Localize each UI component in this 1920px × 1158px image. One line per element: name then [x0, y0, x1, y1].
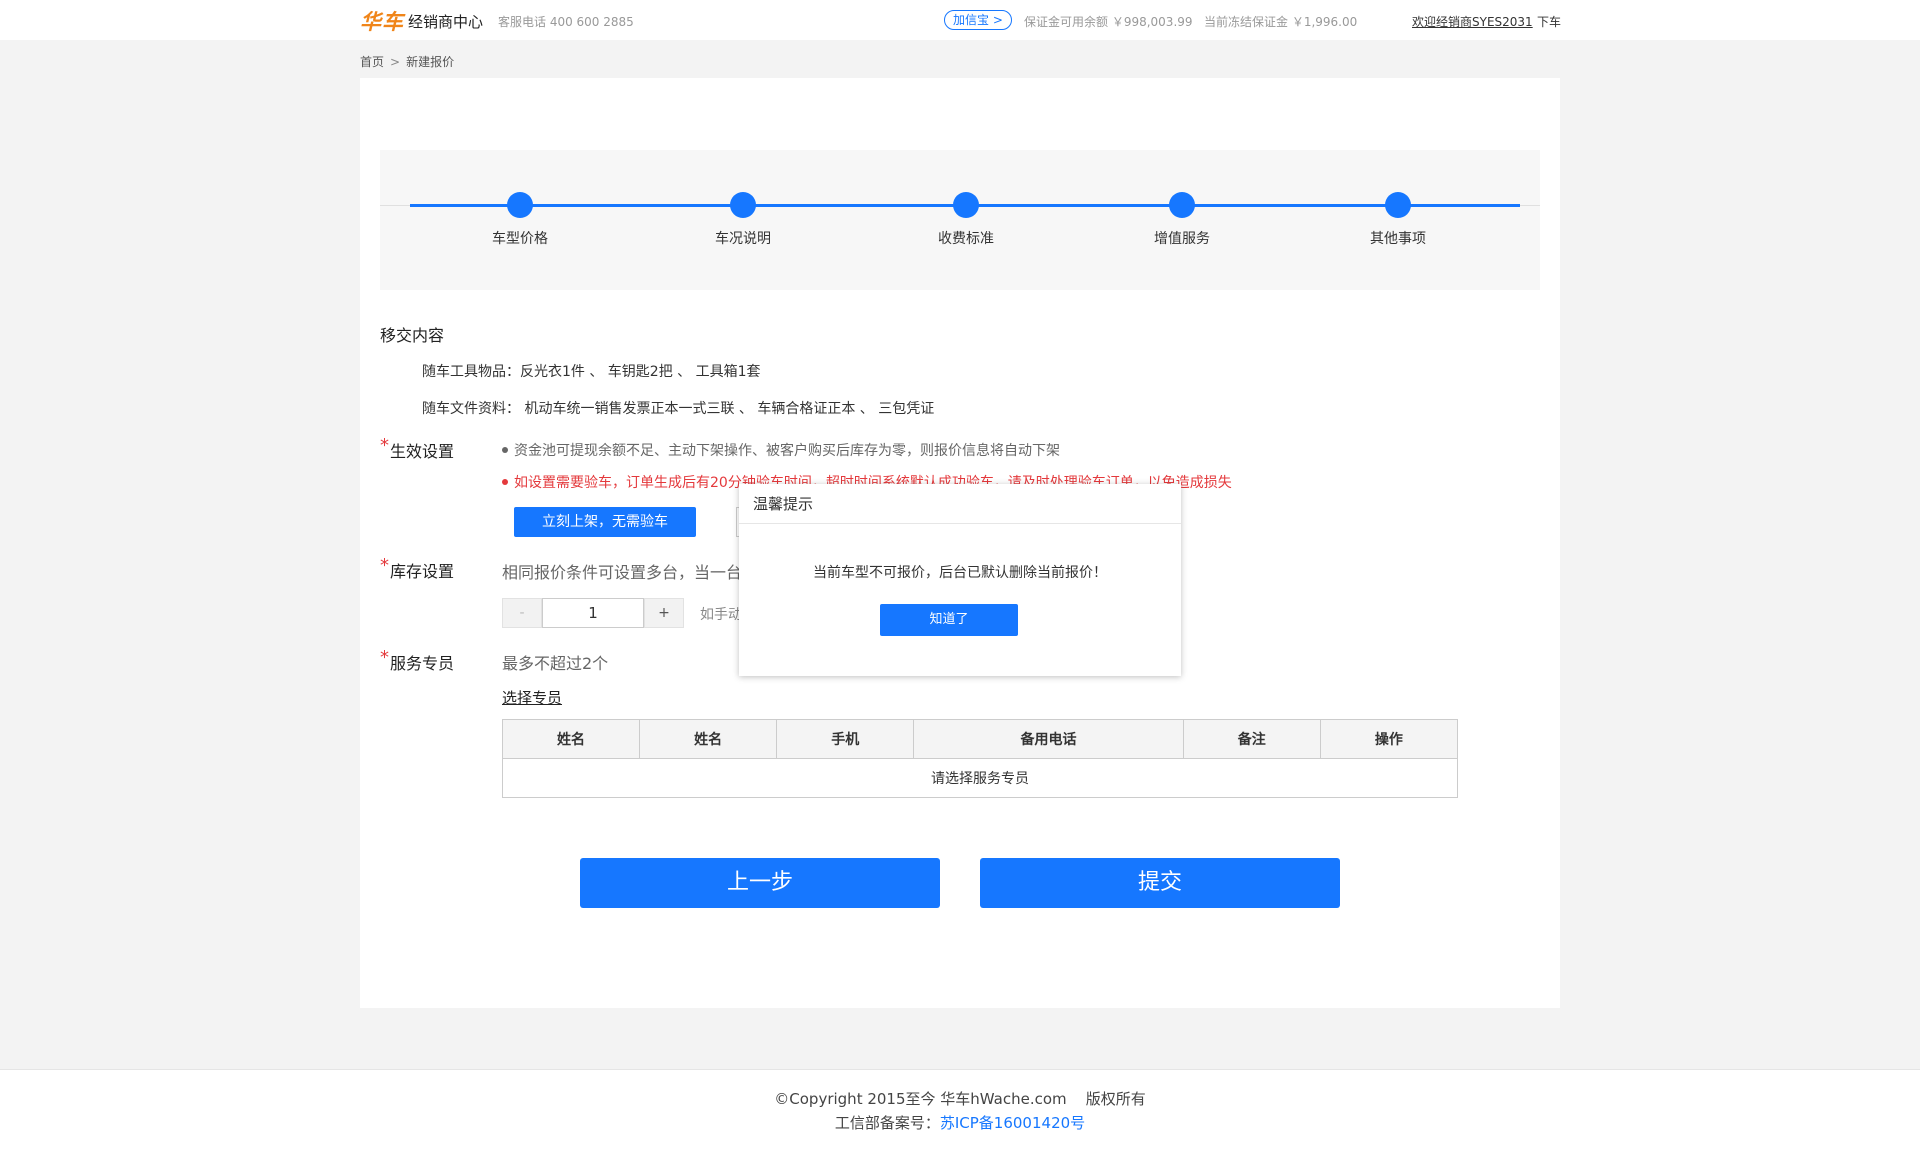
step-item[interactable]: 车况说明	[683, 192, 803, 248]
step-dot	[953, 192, 979, 218]
column-header: 手机	[776, 719, 915, 759]
step-label: 其他事项	[1370, 231, 1426, 247]
footer: ©Copyright 2015至今 华车hWache.com 版权所有 工信部备…	[0, 1069, 1920, 1158]
icp-link[interactable]: 苏ICP备16001420号	[940, 1114, 1085, 1132]
step-dot	[507, 192, 533, 218]
deposit-available: 保证金可用余额 ￥998,003.99	[1024, 15, 1193, 29]
dialog-ok-button[interactable]: 知道了	[880, 604, 1018, 636]
handover-title: 移交内容	[380, 326, 445, 345]
stock-label-text: 库存设置	[390, 562, 455, 581]
effective-label-text: 生效设置	[390, 442, 455, 461]
handover-docs: 随车文件资料： 机动车统一销售发票正本一式三联 、 车辆合格证正本 、 三包凭证	[422, 401, 935, 417]
service-label: *服务专员	[380, 647, 455, 674]
minus-button[interactable]: -	[502, 598, 542, 628]
step-label: 车型价格	[492, 231, 548, 247]
prev-button[interactable]: 上一步	[580, 858, 940, 908]
top-bar: 华车 经销商中心 客服电话 400 600 2885 加信宝 > 保证金可用余额…	[0, 0, 1920, 40]
service-label-text: 服务专员	[390, 654, 455, 673]
step-item[interactable]: 其他事项	[1338, 192, 1458, 248]
hotline-text: 客服电话 400 600 2885	[498, 15, 634, 29]
step-label: 收费标准	[938, 231, 994, 247]
dialog-title: 温馨提示	[739, 484, 1181, 524]
bullet-icon	[502, 447, 508, 453]
effective-label: *生效设置	[380, 435, 455, 462]
step-label: 增值服务	[1154, 231, 1210, 247]
handover-tools: 随车工具物品：反光衣1件 、 车钥匙2把 、 工具箱1套	[422, 364, 761, 380]
notice-dialog: 温馨提示 当前车型不可报价，后台已默认删除当前报价！ 知道了	[739, 484, 1181, 676]
brand-title: 经销商中心	[408, 13, 484, 31]
dialog-message: 当前车型不可报价，后台已默认删除当前报价！	[813, 565, 1107, 581]
jiaxinbao-button[interactable]: 加信宝 >	[944, 10, 1012, 30]
required-mark: *	[380, 555, 389, 576]
logout-link[interactable]: 下车	[1537, 13, 1561, 30]
breadcrumb: 首页 > 新建报价	[360, 53, 454, 70]
step-item[interactable]: 收费标准	[906, 192, 1026, 248]
effective-note-text: 资金池可提现余额不足、主动下架操作、被客户购买后库存为零，则报价信息将自动下架	[514, 443, 1060, 459]
required-mark: *	[380, 647, 389, 668]
breadcrumb-current: 新建报价	[406, 55, 455, 69]
table-row: 请选择服务专员	[502, 758, 1458, 798]
copyright-text: ©Copyright 2015至今 华车hWache.com 版权所有	[774, 1090, 1146, 1108]
step-item[interactable]: 车型价格	[460, 192, 580, 248]
icp-line: 工信部备案号：苏ICP备16001420号	[0, 1112, 1920, 1133]
stock-manual-hint: 如手动	[700, 607, 742, 623]
breadcrumb-separator: >	[390, 55, 401, 69]
column-header: 操作	[1319, 719, 1459, 759]
icp-label: 工信部备案号：	[834, 1114, 940, 1132]
column-header: 姓名	[639, 719, 778, 759]
effective-note: 资金池可提现余额不足、主动下架操作、被客户购买后库存为零，则报价信息将自动下架	[502, 440, 1060, 460]
empty-row-text: 请选择服务专员	[502, 758, 1458, 798]
step-item[interactable]: 增值服务	[1122, 192, 1242, 248]
service-hint: 最多不超过2个	[502, 654, 609, 673]
quantity-input[interactable]	[542, 598, 644, 628]
step-dot	[1169, 192, 1195, 218]
column-header: 备注	[1182, 719, 1321, 759]
select-agent-link[interactable]: 选择专员	[502, 687, 562, 708]
progress-steps: 车型价格 车况说明 收费标准 增值服务 其他事项	[380, 150, 1540, 290]
step-label: 车况说明	[715, 231, 771, 247]
step-dot	[1385, 192, 1411, 218]
column-header: 备用电话	[913, 719, 1184, 759]
stock-hint: 相同报价条件可设置多台，当一台	[502, 563, 743, 582]
column-header: 姓名	[501, 719, 641, 759]
user-link[interactable]: 欢迎经销商SYES2031	[1412, 13, 1533, 30]
list-now-button[interactable]: 立刻上架，无需验车	[514, 507, 696, 537]
submit-button[interactable]: 提交	[980, 858, 1340, 908]
bullet-icon	[502, 479, 508, 485]
step-dot	[730, 192, 756, 218]
plus-button[interactable]: +	[644, 598, 684, 628]
table-header-row: 姓名 姓名 手机 备用电话 备注 操作	[501, 719, 1459, 759]
stock-label: *库存设置	[380, 555, 455, 582]
deposit-frozen: 当前冻结保证金 ￥1,996.00	[1204, 15, 1358, 29]
breadcrumb-home[interactable]: 首页	[360, 55, 384, 69]
service-table: 姓名 姓名 手机 备用电话 备注 操作 请选择服务专员	[501, 719, 1459, 798]
quantity-stepper: - +	[502, 598, 684, 628]
logo[interactable]: 华车	[360, 6, 404, 36]
required-mark: *	[380, 435, 389, 456]
